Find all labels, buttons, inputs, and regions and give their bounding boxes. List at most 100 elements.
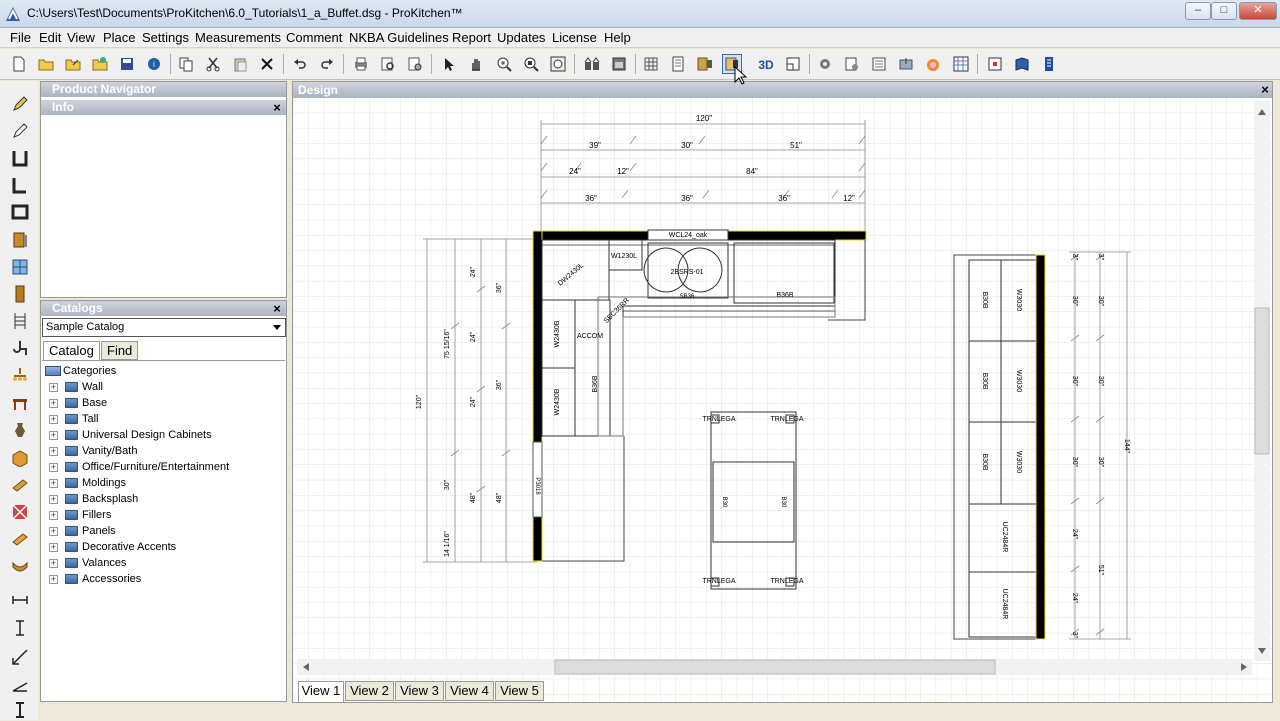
pattern-icon[interactable] <box>9 501 31 523</box>
tree-item-wall[interactable]: + Wall <box>43 379 283 395</box>
close-button[interactable]: ✕ <box>1239 2 1277 20</box>
tree-item-moldings[interactable]: + Moldings <box>43 475 283 491</box>
chandelier-icon[interactable] <box>9 365 31 387</box>
tree-item-panels[interactable]: + Panels <box>43 523 283 539</box>
plumbing-icon[interactable] <box>9 337 31 359</box>
dimension-angled-icon[interactable] <box>9 646 31 668</box>
tree-item-backsplash[interactable]: + Backsplash <box>43 491 283 507</box>
delete-icon[interactable] <box>257 54 277 74</box>
catalogs-close-icon[interactable]: × <box>270 301 284 316</box>
tab-view-1[interactable]: View 1 <box>298 681 344 703</box>
tab-catalog[interactable]: Catalog <box>43 341 100 361</box>
zoom-extents-icon[interactable] <box>548 54 568 74</box>
open-folder-icon[interactable] <box>36 54 56 74</box>
tree-item-accessories[interactable]: + Accessories <box>43 571 283 587</box>
box-icon[interactable] <box>9 447 31 469</box>
paste-icon[interactable] <box>230 54 250 74</box>
menu-license[interactable]: License <box>552 30 597 45</box>
u-shape-wall-icon[interactable] <box>9 147 31 169</box>
floor-plan-view-icon[interactable] <box>783 54 803 74</box>
molding-icon[interactable] <box>9 474 31 496</box>
expand-icon[interactable]: + <box>49 431 58 440</box>
print-preview-icon[interactable] <box>378 54 398 74</box>
l-shape-wall-icon[interactable] <box>9 174 31 196</box>
tree-item-vanity-bath[interactable]: + Vanity/Bath <box>43 443 283 459</box>
open-template-icon[interactable] <box>63 54 83 74</box>
open-recent-icon[interactable] <box>90 54 110 74</box>
expand-icon[interactable]: + <box>49 559 58 568</box>
tall-door-icon[interactable] <box>9 283 31 305</box>
catalog-select[interactable]: Sample Catalog <box>42 318 286 337</box>
zoom-in-icon[interactable] <box>494 54 514 74</box>
expand-icon[interactable]: + <box>49 463 58 472</box>
expand-icon[interactable]: + <box>49 383 58 392</box>
menu-place[interactable]: Place <box>103 30 136 45</box>
properties-icon[interactable]: i <box>144 54 164 74</box>
menu-comment[interactable]: Comment <box>286 30 342 45</box>
wall-elevation-icon[interactable] <box>695 54 715 74</box>
cabinet-tool-icon[interactable] <box>582 54 602 74</box>
expand-icon[interactable]: + <box>49 447 58 456</box>
spreadsheet-icon[interactable] <box>951 54 971 74</box>
tab-view-5[interactable]: View 5 <box>495 681 544 701</box>
expand-icon[interactable]: + <box>49 543 58 552</box>
menu-updates[interactable]: Updates <box>497 30 545 45</box>
new-file-icon[interactable] <box>9 54 29 74</box>
menu-help[interactable]: Help <box>604 30 631 45</box>
dimension-vertical-icon[interactable] <box>9 617 31 639</box>
expand-icon[interactable]: + <box>49 415 58 424</box>
render-icon[interactable] <box>923 54 943 74</box>
expand-icon[interactable]: + <box>49 495 58 504</box>
tree-item-fillers[interactable]: + Fillers <box>43 507 283 523</box>
print-icon[interactable] <box>351 54 371 74</box>
3d-view-icon[interactable]: 3D <box>755 54 777 74</box>
tree-item-office-furniture[interactable]: + Office/Furniture/Entertainment <box>43 459 283 475</box>
stairs-icon[interactable] <box>9 310 31 332</box>
tree-item-valances[interactable]: + Valances <box>43 555 283 571</box>
expand-icon[interactable]: + <box>49 399 58 408</box>
elevation-icon[interactable] <box>668 54 688 74</box>
minimize-button[interactable]: – <box>1185 2 1211 20</box>
price-list-icon[interactable] <box>869 54 889 74</box>
valance-icon[interactable] <box>9 555 31 577</box>
menu-edit[interactable]: Edit <box>39 30 61 45</box>
tab-view-2[interactable]: View 2 <box>345 681 394 701</box>
horizontal-scrollbar[interactable] <box>297 659 1252 675</box>
menu-view[interactable]: View <box>67 30 95 45</box>
vertical-scrollbar[interactable] <box>1254 101 1270 661</box>
page-setup-icon[interactable] <box>405 54 425 74</box>
select-pointer-icon[interactable] <box>439 54 459 74</box>
zoom-window-icon[interactable] <box>521 54 541 74</box>
room-icon[interactable] <box>9 201 31 223</box>
tab-view-3[interactable]: View 3 <box>395 681 444 701</box>
door-icon[interactable] <box>9 229 31 251</box>
expand-icon[interactable]: + <box>49 479 58 488</box>
undo-icon[interactable] <box>290 54 310 74</box>
countertop-icon[interactable] <box>9 528 31 550</box>
pan-hand-icon[interactable] <box>466 54 486 74</box>
maximize-button[interactable]: □ <box>1211 2 1237 20</box>
save-icon[interactable] <box>117 54 137 74</box>
design-canvas[interactable]: 120" 39" 30" 51" 24" 12" 84" 36" 36" 36"… <box>293 82 1272 702</box>
window-icon[interactable] <box>9 256 31 278</box>
cut-icon[interactable] <box>203 54 223 74</box>
table-icon[interactable] <box>9 392 31 414</box>
tree-item-universal-design[interactable]: + Universal Design Cabinets <box>43 427 283 443</box>
expand-icon[interactable]: + <box>49 575 58 584</box>
menu-settings[interactable]: Settings <box>142 30 189 45</box>
draw-wall-icon[interactable] <box>9 120 31 142</box>
settings-gear-icon[interactable] <box>815 54 835 74</box>
copy-icon[interactable] <box>176 54 196 74</box>
dimension-angular-icon[interactable] <box>9 673 31 695</box>
report-icon[interactable] <box>842 54 862 74</box>
menu-measurements[interactable]: Measurements <box>195 30 281 45</box>
export-icon[interactable] <box>896 54 916 74</box>
window-layout-icon[interactable] <box>985 54 1005 74</box>
dimension-horizontal-icon[interactable] <box>9 589 31 611</box>
tree-item-tall[interactable]: + Tall <box>43 411 283 427</box>
info-close-icon[interactable]: × <box>270 100 284 115</box>
tab-view-4[interactable]: View 4 <box>445 681 494 701</box>
expand-icon[interactable]: + <box>49 527 58 536</box>
book-catalog-icon[interactable] <box>1012 54 1032 74</box>
manual-icon[interactable] <box>1039 54 1059 74</box>
